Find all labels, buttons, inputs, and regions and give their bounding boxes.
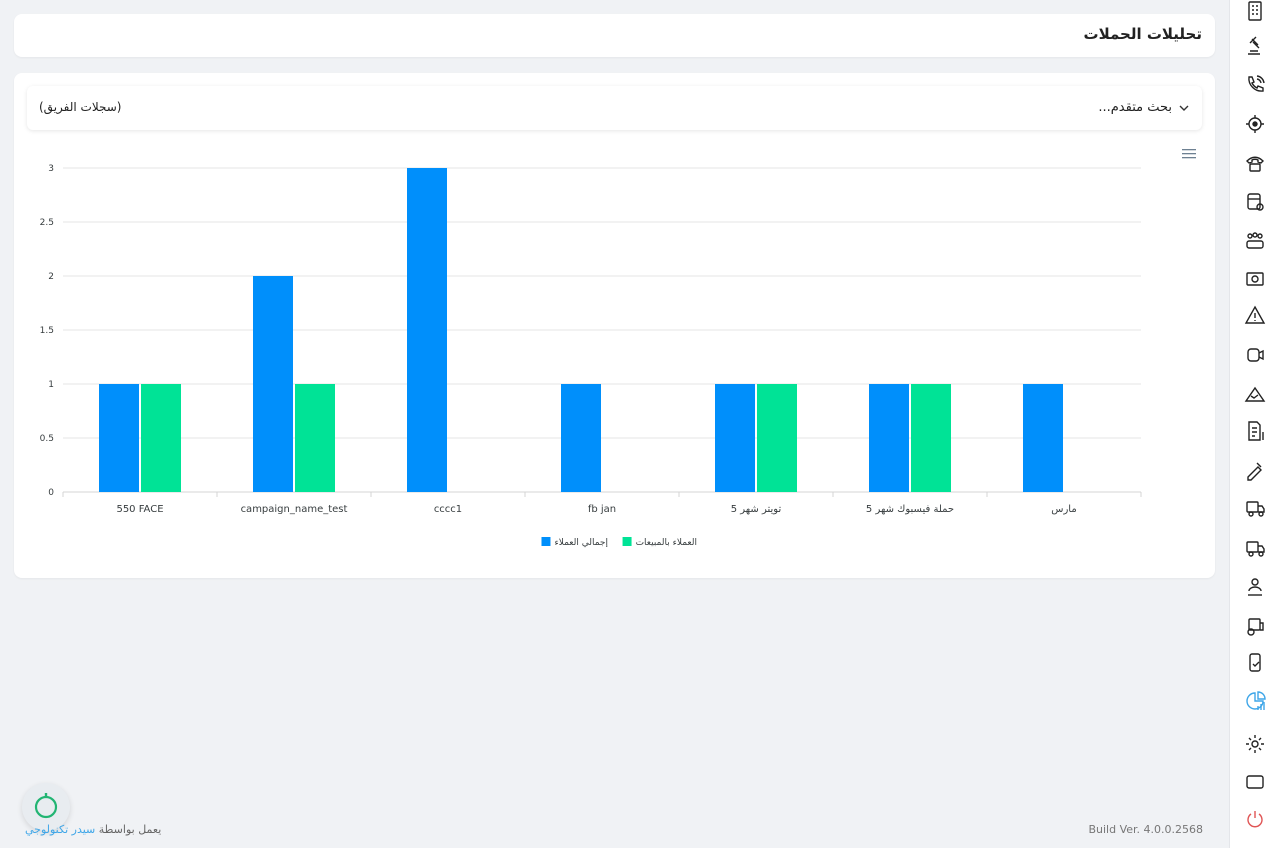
bar-total xyxy=(869,384,909,492)
phone-call-icon[interactable] xyxy=(1244,74,1266,96)
bar-total xyxy=(253,276,293,492)
chart-pie-icon[interactable] xyxy=(1244,690,1266,712)
invoice-icon[interactable] xyxy=(1244,420,1266,442)
legend-label: العملاء بالمبيعات xyxy=(636,538,697,548)
video-icon[interactable] xyxy=(1244,344,1266,366)
bar-total xyxy=(561,384,601,492)
x-tick-label: حملة فيسبوك شهر 5 xyxy=(866,504,954,515)
build-version: Build Ver. 4.0.0.2568 xyxy=(1088,823,1203,836)
legend-label: إجمالي العملاء xyxy=(554,538,608,548)
truck-box-icon[interactable] xyxy=(1244,537,1266,559)
powered-by-text: يعمل بواسطة xyxy=(98,823,162,836)
brand-link[interactable]: سيدر تكنولوجي xyxy=(25,823,95,836)
header-card: تحليلات الحملات xyxy=(14,14,1215,57)
x-tick-label: مارس xyxy=(1051,504,1076,515)
truck-add-icon[interactable] xyxy=(1244,615,1266,637)
legend-marker xyxy=(622,537,632,546)
bar-sales xyxy=(911,384,951,492)
bar-total xyxy=(715,384,755,492)
page-title: تحليلات الحملات xyxy=(1083,25,1202,43)
database-settings-icon[interactable] xyxy=(1244,191,1266,213)
bar-sales xyxy=(141,384,181,492)
campaign-bar-chart: 0 0.5 1 1.5 2 2.5 3 550 FACE campaign_name_test c… xyxy=(40,164,1142,548)
sidebar xyxy=(1229,0,1279,848)
y-tick-label: 3 xyxy=(48,164,54,174)
warning-icon[interactable] xyxy=(1244,304,1266,326)
bar-sales xyxy=(295,384,335,492)
user-route-icon[interactable] xyxy=(1244,576,1266,598)
money-icon[interactable] xyxy=(1244,268,1266,290)
x-tick-label: campaign_name_test xyxy=(241,504,348,515)
analytics-card: بحث متقدم... (سجلات الفريق) 0 0.5 1 1.5 2 2.5… xyxy=(14,73,1215,578)
y-tick-label: 1 xyxy=(48,380,54,390)
bar-total xyxy=(407,168,447,492)
sign-icon[interactable] xyxy=(1244,459,1266,481)
legend-marker xyxy=(541,537,551,546)
bar-sales xyxy=(757,384,797,492)
y-tick-label: 2.5 xyxy=(40,218,54,228)
y-tick-label: 0 xyxy=(48,488,54,498)
gavel-icon[interactable] xyxy=(1244,35,1266,57)
x-tick-label: fb jan xyxy=(588,504,616,515)
team-icon[interactable] xyxy=(1244,230,1266,252)
x-tick-label: cccc1 xyxy=(434,504,462,515)
x-tick-label: تويتر شهر 5 xyxy=(731,504,782,515)
y-tick-label: 2 xyxy=(48,272,54,282)
hand-phone-icon[interactable] xyxy=(1244,652,1266,674)
bar-total xyxy=(99,384,139,492)
power-icon[interactable] xyxy=(1244,808,1266,830)
y-tick-label: 1.5 xyxy=(40,326,54,336)
gear-icon[interactable] xyxy=(1244,733,1266,755)
footer-credit: يعمل بواسطة سيدر تكنولوجي xyxy=(25,823,161,836)
spinner-icon xyxy=(34,793,58,819)
target-icon[interactable] xyxy=(1244,113,1266,135)
bar-total xyxy=(1023,384,1063,492)
y-tick-label: 0.5 xyxy=(40,434,54,444)
building-icon[interactable] xyxy=(1244,0,1266,22)
rectangle-icon[interactable] xyxy=(1244,771,1266,793)
truck-icon[interactable] xyxy=(1244,497,1266,519)
x-tick-label: 550 FACE xyxy=(116,504,163,515)
telephone-icon[interactable] xyxy=(1244,152,1266,174)
mountain-icon[interactable] xyxy=(1244,383,1266,405)
